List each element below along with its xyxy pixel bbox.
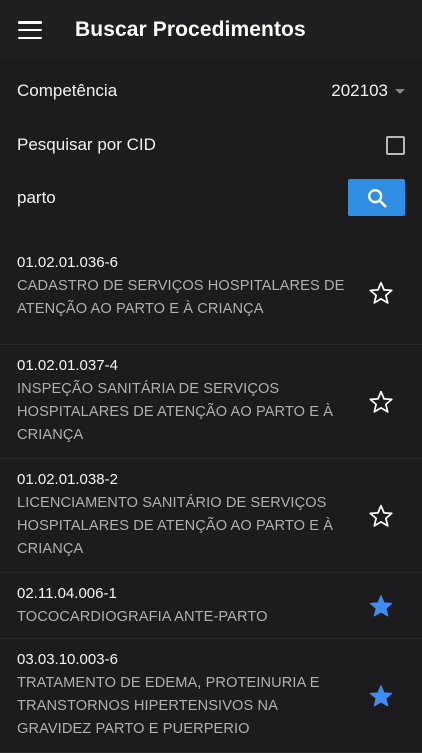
menu-bar bbox=[18, 36, 42, 39]
cid-checkbox[interactable] bbox=[386, 135, 405, 155]
list-item[interactable]: 03.03.10.003-6 TRATAMENTO DE EDEMA, PROTE… bbox=[0, 639, 422, 753]
cid-row: Pesquisar por CID bbox=[17, 132, 405, 158]
competencia-row: Competência 202103 bbox=[17, 78, 405, 104]
procedure-code: 01.02.01.036-6 bbox=[17, 254, 118, 271]
menu-icon[interactable] bbox=[18, 21, 42, 39]
procedure-code: 02.11.04.006-1 bbox=[17, 585, 117, 602]
list-item[interactable]: 01.02.01.036-6 CADASTRO DE SERVIÇOS HOSPI… bbox=[0, 242, 422, 345]
star-filled-icon[interactable] bbox=[368, 683, 394, 709]
menu-bar bbox=[18, 28, 42, 32]
competencia-select[interactable]: 202103 bbox=[331, 81, 405, 101]
competencia-value: 202103 bbox=[331, 81, 388, 100]
search-input[interactable] bbox=[17, 187, 317, 208]
procedure-code: 01.02.01.037-4 bbox=[17, 357, 118, 374]
procedure-description: LICENCIAMENTO SANITÁRIO DE SERVIÇOS HOSP… bbox=[17, 495, 334, 557]
dropdown-caret-icon bbox=[395, 88, 405, 94]
search-button[interactable] bbox=[348, 179, 405, 216]
procedure-code: 01.02.01.038-2 bbox=[17, 471, 118, 488]
star-outline-icon[interactable] bbox=[368, 503, 394, 529]
cid-label: Pesquisar por CID bbox=[17, 135, 156, 154]
procedure-code: 03.03.10.003-6 bbox=[17, 651, 118, 668]
procedure-description: CADASTRO DE SERVIÇOS HOSPITALARES DE ATE… bbox=[17, 278, 345, 317]
search-row bbox=[17, 179, 405, 216]
star-outline-icon[interactable] bbox=[368, 389, 394, 415]
star-outline-icon[interactable] bbox=[368, 280, 394, 306]
procedure-description: TOCOCARDIOGRAFIA ANTE-PARTO bbox=[17, 609, 268, 625]
menu-bar bbox=[18, 21, 42, 24]
procedure-description: INSPEÇÃO SANITÁRIA DE SERVIÇOS HOSPITALA… bbox=[17, 381, 334, 443]
list-item[interactable]: 01.02.01.038-2 LICENCIAMENTO SANITÁRIO DE… bbox=[0, 459, 422, 573]
list-item[interactable]: 02.11.04.006-1 TOCOCARDIOGRAFIA ANTE-PART… bbox=[0, 573, 422, 639]
results-list: 01.02.01.036-6 CADASTRO DE SERVIÇOS HOSPI… bbox=[0, 242, 422, 753]
app-bar: Buscar Procedimentos bbox=[0, 0, 422, 60]
star-filled-icon[interactable] bbox=[368, 593, 394, 619]
procedure-description: TRATAMENTO DE EDEMA, PROTEINURIA E TRANS… bbox=[17, 675, 320, 737]
page-title: Buscar Procedimentos bbox=[75, 18, 306, 41]
competencia-label: Competência bbox=[17, 81, 118, 100]
search-icon bbox=[367, 188, 387, 208]
list-item[interactable]: 01.02.01.037-4 INSPEÇÃO SANITÁRIA DE SERV… bbox=[0, 345, 422, 459]
